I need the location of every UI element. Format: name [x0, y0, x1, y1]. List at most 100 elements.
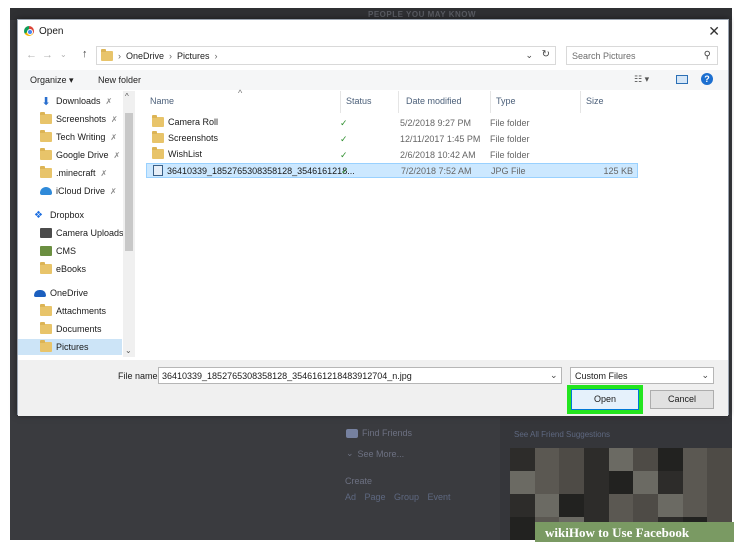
nav-item-cms[interactable]: CMS [40, 243, 135, 259]
address-dropdown-chevron-icon[interactable]: ⌄ [525, 50, 533, 61]
see-more-link[interactable]: ⌄ See More... [346, 448, 404, 459]
change-view-icon[interactable]: ☷ ▾ [634, 74, 649, 85]
address-row: ← → ⌄ ↑ › OneDrive › Pictures › ⌄ ↻ Sear… [18, 44, 728, 68]
column-separator[interactable] [340, 91, 341, 113]
column-status[interactable]: Status [346, 96, 372, 106]
folder-icon [152, 147, 164, 159]
chevron-down-icon: ⌄ [701, 370, 709, 380]
folder-icon [40, 112, 52, 124]
table-row[interactable]: Screenshots ✓ 12/11/2017 1:45 PM File fo… [146, 131, 638, 147]
folder-icon [40, 262, 52, 274]
file-type: JPG File [491, 166, 526, 176]
wikihow-watermark: wikiHow to Use Facebook [535, 522, 734, 542]
breadcrumb-separator-icon[interactable]: › [215, 51, 218, 61]
file-name: Screenshots [168, 133, 219, 143]
new-folder-button[interactable]: New folder [98, 75, 141, 85]
dialog-title: Open [39, 26, 64, 37]
create-links[interactable]: Ad Page Group Event [345, 492, 451, 502]
dialog-footer: File name: 36410339_1852765308358128_354… [18, 360, 728, 416]
people-you-may-know-header: PEOPLE YOU MAY KNOW [368, 10, 477, 19]
file-date: 2/6/2018 10:42 AM [400, 150, 476, 160]
open-file-dialog: Open ✕ ← → ⌄ ↑ › OneDrive › Pictures › ⌄… [17, 19, 729, 416]
up-arrow-icon[interactable]: ↑ [82, 48, 88, 60]
table-row-selected[interactable]: 36410339_1852765308358128_3546161218... … [146, 163, 638, 178]
scrollbar-thumb[interactable] [125, 113, 133, 251]
pin-icon[interactable]: ✗ [110, 133, 117, 142]
open-button-highlight: Open [567, 385, 643, 414]
pin-icon[interactable]: ✗ [106, 97, 113, 106]
camera-folder-icon [40, 228, 52, 238]
file-type: File folder [490, 118, 530, 128]
nav-item-documents[interactable]: Documents [40, 321, 135, 337]
recent-locations-chevron-icon[interactable]: ⌄ [60, 50, 67, 59]
folder-icon [40, 148, 52, 160]
nav-scrollbar[interactable]: ^ ⌄ [123, 91, 135, 357]
close-icon[interactable]: ✕ [708, 23, 720, 40]
breadcrumb-onedrive[interactable]: OneDrive [126, 51, 164, 61]
chevron-down-icon: ⌄ [346, 448, 354, 458]
breadcrumb-pictures[interactable]: Pictures [177, 51, 210, 61]
file-name-label: File name: [118, 371, 161, 381]
sync-status-icon: ✓ [340, 150, 348, 160]
nav-item-tech-writing[interactable]: Tech Writing ✗ [40, 129, 135, 145]
file-list: ^ Name Status Date modified Type Size Ca… [140, 88, 728, 357]
table-row[interactable]: Camera Roll ✓ 5/2/2018 9:27 PM File fold… [146, 115, 638, 131]
nav-item-screenshots[interactable]: Screenshots ✗ [40, 111, 135, 127]
sync-status-icon: ✓ [340, 134, 348, 144]
column-separator[interactable] [398, 91, 399, 113]
nav-item-pictures[interactable]: Pictures [18, 339, 122, 355]
nav-item-icloud-drive[interactable]: iCloud Drive ✗ [40, 183, 135, 199]
nav-item-attachments[interactable]: Attachments [40, 303, 135, 319]
nav-item-minecraft[interactable]: .minecraft ✗ [40, 165, 135, 181]
file-name: WishList [168, 149, 203, 159]
open-button[interactable]: Open [571, 389, 639, 410]
address-bar[interactable]: › OneDrive › Pictures › ⌄ ↻ [96, 46, 556, 65]
nav-item-downloads[interactable]: ⬇ Downloads ✗ [40, 93, 135, 109]
forward-arrow-icon[interactable]: → [42, 49, 53, 61]
breadcrumb-separator-icon: › [169, 50, 173, 61]
create-label: Create [345, 476, 373, 486]
file-name: 36410339_1852765308358128_3546161218... [167, 165, 355, 176]
nav-item-camera-uploads[interactable]: Camera Uploads [40, 225, 135, 241]
cancel-button[interactable]: Cancel [650, 390, 714, 409]
back-arrow-icon[interactable]: ← [26, 49, 37, 61]
search-icon[interactable]: ⚲ [704, 50, 711, 61]
nav-item-onedrive[interactable]: OneDrive [34, 285, 135, 301]
file-name-input[interactable]: 36410339_1852765308358128_35461612184839… [158, 367, 562, 384]
file-type: File folder [490, 134, 530, 144]
scroll-down-icon[interactable]: ⌄ [125, 346, 132, 355]
file-date: 12/11/2017 1:45 PM [400, 134, 481, 144]
nav-item-ebooks[interactable]: eBooks [40, 261, 135, 277]
preview-pane-icon[interactable] [676, 75, 688, 84]
help-icon[interactable]: ? [701, 73, 713, 85]
scroll-up-icon[interactable]: ^ [125, 92, 129, 101]
folder-icon [152, 115, 164, 127]
column-name[interactable]: Name [150, 96, 174, 106]
column-date-modified[interactable]: Date modified [406, 96, 462, 106]
table-row[interactable]: WishList ✓ 2/6/2018 10:42 AM File folder [146, 147, 638, 163]
pin-icon[interactable]: ✗ [101, 169, 108, 178]
nav-item-google-drive[interactable]: Google Drive ✗ [40, 147, 135, 163]
file-date: 7/2/2018 7:52 AM [401, 166, 472, 176]
column-separator[interactable] [490, 91, 491, 113]
column-type[interactable]: Type [496, 96, 516, 106]
pin-icon[interactable]: ✗ [111, 115, 118, 124]
organize-button[interactable]: Organize ▾ [30, 75, 74, 86]
column-size[interactable]: Size [586, 96, 604, 106]
pin-icon[interactable]: ✗ [114, 151, 121, 160]
file-type-select[interactable]: Custom Files ⌄ [570, 367, 714, 384]
search-input[interactable]: Search Pictures ⚲ [566, 46, 718, 65]
folder-icon [40, 322, 52, 334]
see-all-suggestions-link[interactable]: See All Friend Suggestions [514, 430, 610, 439]
image-file-icon [153, 165, 163, 176]
pin-icon[interactable]: ✗ [110, 187, 117, 196]
file-name-dropdown-icon[interactable]: ⌄ [550, 370, 558, 381]
file-size: 125 KB [603, 166, 633, 176]
file-name: Camera Roll [168, 117, 219, 127]
refresh-icon[interactable]: ↻ [542, 49, 550, 60]
find-friends-link[interactable]: Find Friends [346, 428, 412, 438]
column-separator[interactable] [580, 91, 581, 113]
file-date: 5/2/2018 9:27 PM [400, 118, 472, 128]
nav-item-dropbox[interactable]: ❖ Dropbox [34, 207, 135, 223]
cms-folder-icon [40, 246, 52, 256]
